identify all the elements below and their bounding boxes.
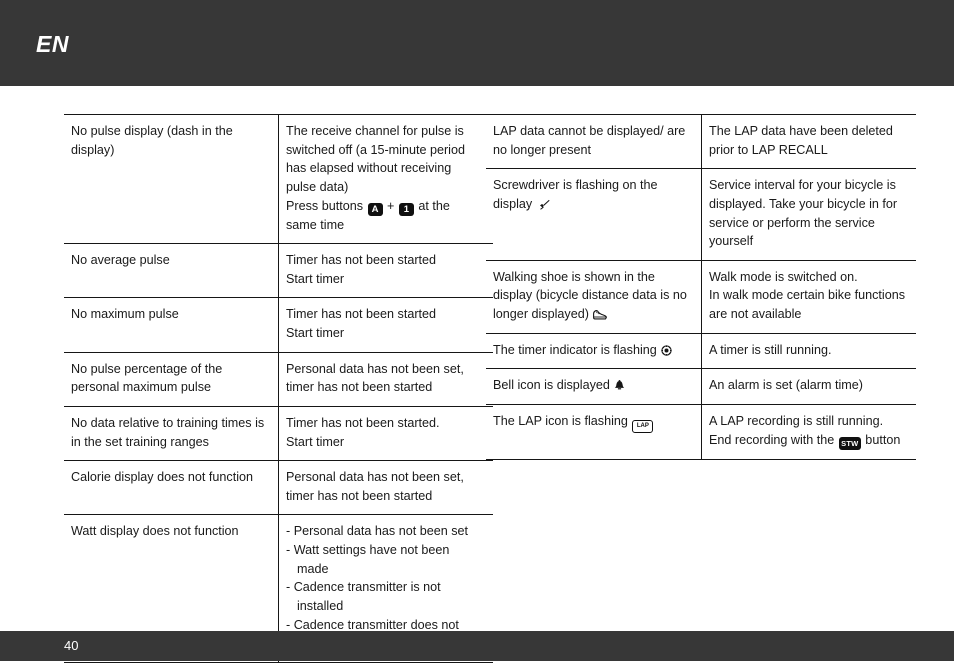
problem-cell: LAP data cannot be displayed/ are no lon…	[486, 114, 702, 169]
problem-text-prefix: Screwdriver is flashing on the display	[493, 178, 658, 211]
table-row: The LAP icon is flashing LAP A LAP recor…	[486, 404, 916, 459]
cause-text: Start timer	[286, 326, 345, 340]
cause-text: Start timer	[286, 434, 345, 449]
problem-cell: The timer indicator is flashing	[486, 333, 702, 369]
problem-text-prefix: Bell icon is displayed	[493, 378, 614, 393]
problem-cell: The LAP icon is flashing LAP	[486, 404, 702, 459]
cause-cell: The LAP data have been deleted prior to …	[702, 115, 917, 169]
problem-cell: No pulse display (dash in the display)	[64, 114, 279, 244]
problem-cell: Walking shoe is shown in the display (bi…	[486, 260, 702, 334]
problem-text-prefix: Walking shoe is shown in the display (bi…	[493, 269, 687, 321]
cause-text: A timer is still running.	[709, 342, 832, 357]
list-item: - Watt settings have not been made	[286, 543, 450, 576]
table-row: Calorie display does not function Person…	[64, 460, 494, 515]
walking-shoe-icon	[593, 309, 608, 320]
problem-text: Walking shoe is shown in the display (bi…	[493, 268, 692, 324]
troubleshooting-table-left: No pulse display (dash in the display) T…	[64, 114, 493, 663]
list-item: - Cadence transmitter is not installed	[286, 580, 441, 613]
problem-text: Calorie display does not function	[71, 470, 254, 485]
cause-text: Personal data has not been set, timer ha…	[286, 361, 464, 395]
table-row: The timer indicator is flashing A timer …	[486, 333, 916, 369]
list-item: - Personal data has not been set	[286, 524, 469, 539]
problem-text: Bell icon is displayed	[493, 376, 692, 395]
problem-text: The LAP icon is flashing LAP	[493, 412, 692, 433]
lap-icon: LAP	[632, 419, 654, 433]
problem-cell: Bell icon is displayed	[486, 368, 702, 405]
table-row: LAP data cannot be displayed/ are no lon…	[486, 114, 917, 169]
cause-cell: Timer has not been started. Start timer	[279, 406, 494, 460]
cause-text: A LAP recording is still running. End re…	[709, 412, 907, 450]
problem-cell: No average pulse	[64, 243, 279, 298]
cause-text: An alarm is set (alarm time)	[709, 378, 863, 393]
table-row: Bell icon is displayed An alarm is set (…	[486, 368, 917, 405]
cause-cell: Service interval for your bicycle is dis…	[702, 169, 917, 261]
table-row: No data relative to training times is in…	[64, 406, 494, 461]
table-row: Walking shoe is shown in the display (bi…	[486, 260, 917, 334]
table-row: Screwdriver is flashing on the display S…	[486, 168, 917, 261]
bell-icon	[614, 380, 625, 391]
problem-cell: Calorie display does not function	[64, 460, 279, 515]
troubleshooting-table-right: LAP data cannot be displayed/ are no lon…	[486, 114, 916, 460]
screwdriver-icon	[537, 199, 550, 210]
problem-cell: No maximum pulse	[64, 297, 279, 353]
cause-cell: An alarm is set (alarm time)	[702, 369, 917, 405]
cause-cell: Walk mode is switched on. In walk mode c…	[702, 260, 917, 333]
cause-text: Start timer	[286, 271, 345, 286]
table-row: No pulse percentage of the personal maxi…	[64, 352, 494, 407]
table-row: No average pulse Timer has not been star…	[64, 243, 494, 298]
cause-cell: Timer has not been started Start timer	[279, 244, 494, 298]
problem-text: LAP data cannot be displayed/ are no lon…	[493, 124, 686, 157]
cause-cell: A timer is still running.	[702, 333, 917, 369]
cause-cell: The receive channel for pulse is switche…	[279, 115, 494, 244]
cause-text: In walk mode certain bike functions are …	[709, 288, 906, 321]
page-header-bar: EN	[0, 0, 954, 86]
problem-text: No data relative to training times is in…	[71, 415, 265, 449]
timer-indicator-icon	[661, 344, 672, 356]
problem-text: Watt display does not function	[71, 524, 239, 539]
button-1-icon: 1	[398, 202, 414, 216]
problem-cell: No data relative to training times is in…	[64, 406, 279, 461]
problem-cell: Screwdriver is flashing on the display	[486, 168, 702, 261]
cause-cell: A LAP recording is still running. End re…	[702, 404, 917, 459]
cause-text: The LAP data have been deleted prior to …	[709, 124, 893, 157]
cause-text: Timer has not been started	[286, 253, 437, 268]
problem-cell: No pulse percentage of the personal maxi…	[64, 352, 279, 407]
cause-text-suffix: button	[861, 432, 901, 447]
cause-text: The receive channel for pulse is switche…	[286, 124, 465, 194]
problem-text-prefix: The LAP icon is flashing	[493, 413, 632, 428]
problem-text: No pulse percentage of the personal maxi…	[71, 361, 223, 395]
cause-text: Personal data has not been set, timer ha…	[286, 470, 464, 503]
problem-text: No average pulse	[71, 253, 170, 268]
problem-text: No maximum pulse	[71, 307, 179, 322]
table-row: No pulse display (dash in the display) T…	[64, 114, 494, 244]
cause-cell: Personal data has not been set, timer ha…	[279, 352, 494, 406]
press-prefix: Press buttons	[286, 198, 367, 213]
problem-text-prefix: The timer indicator is flashing	[493, 342, 661, 357]
cause-press-instruction: Press buttons A + 1 at the same time	[286, 197, 484, 235]
press-plus: +	[383, 198, 398, 213]
language-label: EN	[36, 31, 69, 57]
cause-cell: Personal data has not been set, timer ha…	[279, 461, 494, 515]
table-row: No maximum pulse Timer has not been star…	[64, 297, 494, 353]
button-a-icon: A	[367, 202, 383, 216]
cause-text: Walk mode is switched on.	[709, 269, 858, 284]
cause-text: Timer has not been started	[286, 307, 437, 322]
cause-cell: Timer has not been started Start timer	[279, 298, 494, 352]
cause-text: Service interval for your bicycle is dis…	[709, 178, 898, 249]
cause-text: Timer has not been started.	[286, 415, 440, 430]
problem-text: Screwdriver is flashing on the display	[493, 176, 692, 213]
problem-text: The timer indicator is flashing	[493, 341, 692, 360]
page-number: 40	[64, 638, 79, 653]
page-footer-bar: 40	[0, 631, 954, 661]
problem-text: No pulse display (dash in the display)	[71, 124, 233, 157]
stw-button-icon: STW	[838, 436, 861, 450]
